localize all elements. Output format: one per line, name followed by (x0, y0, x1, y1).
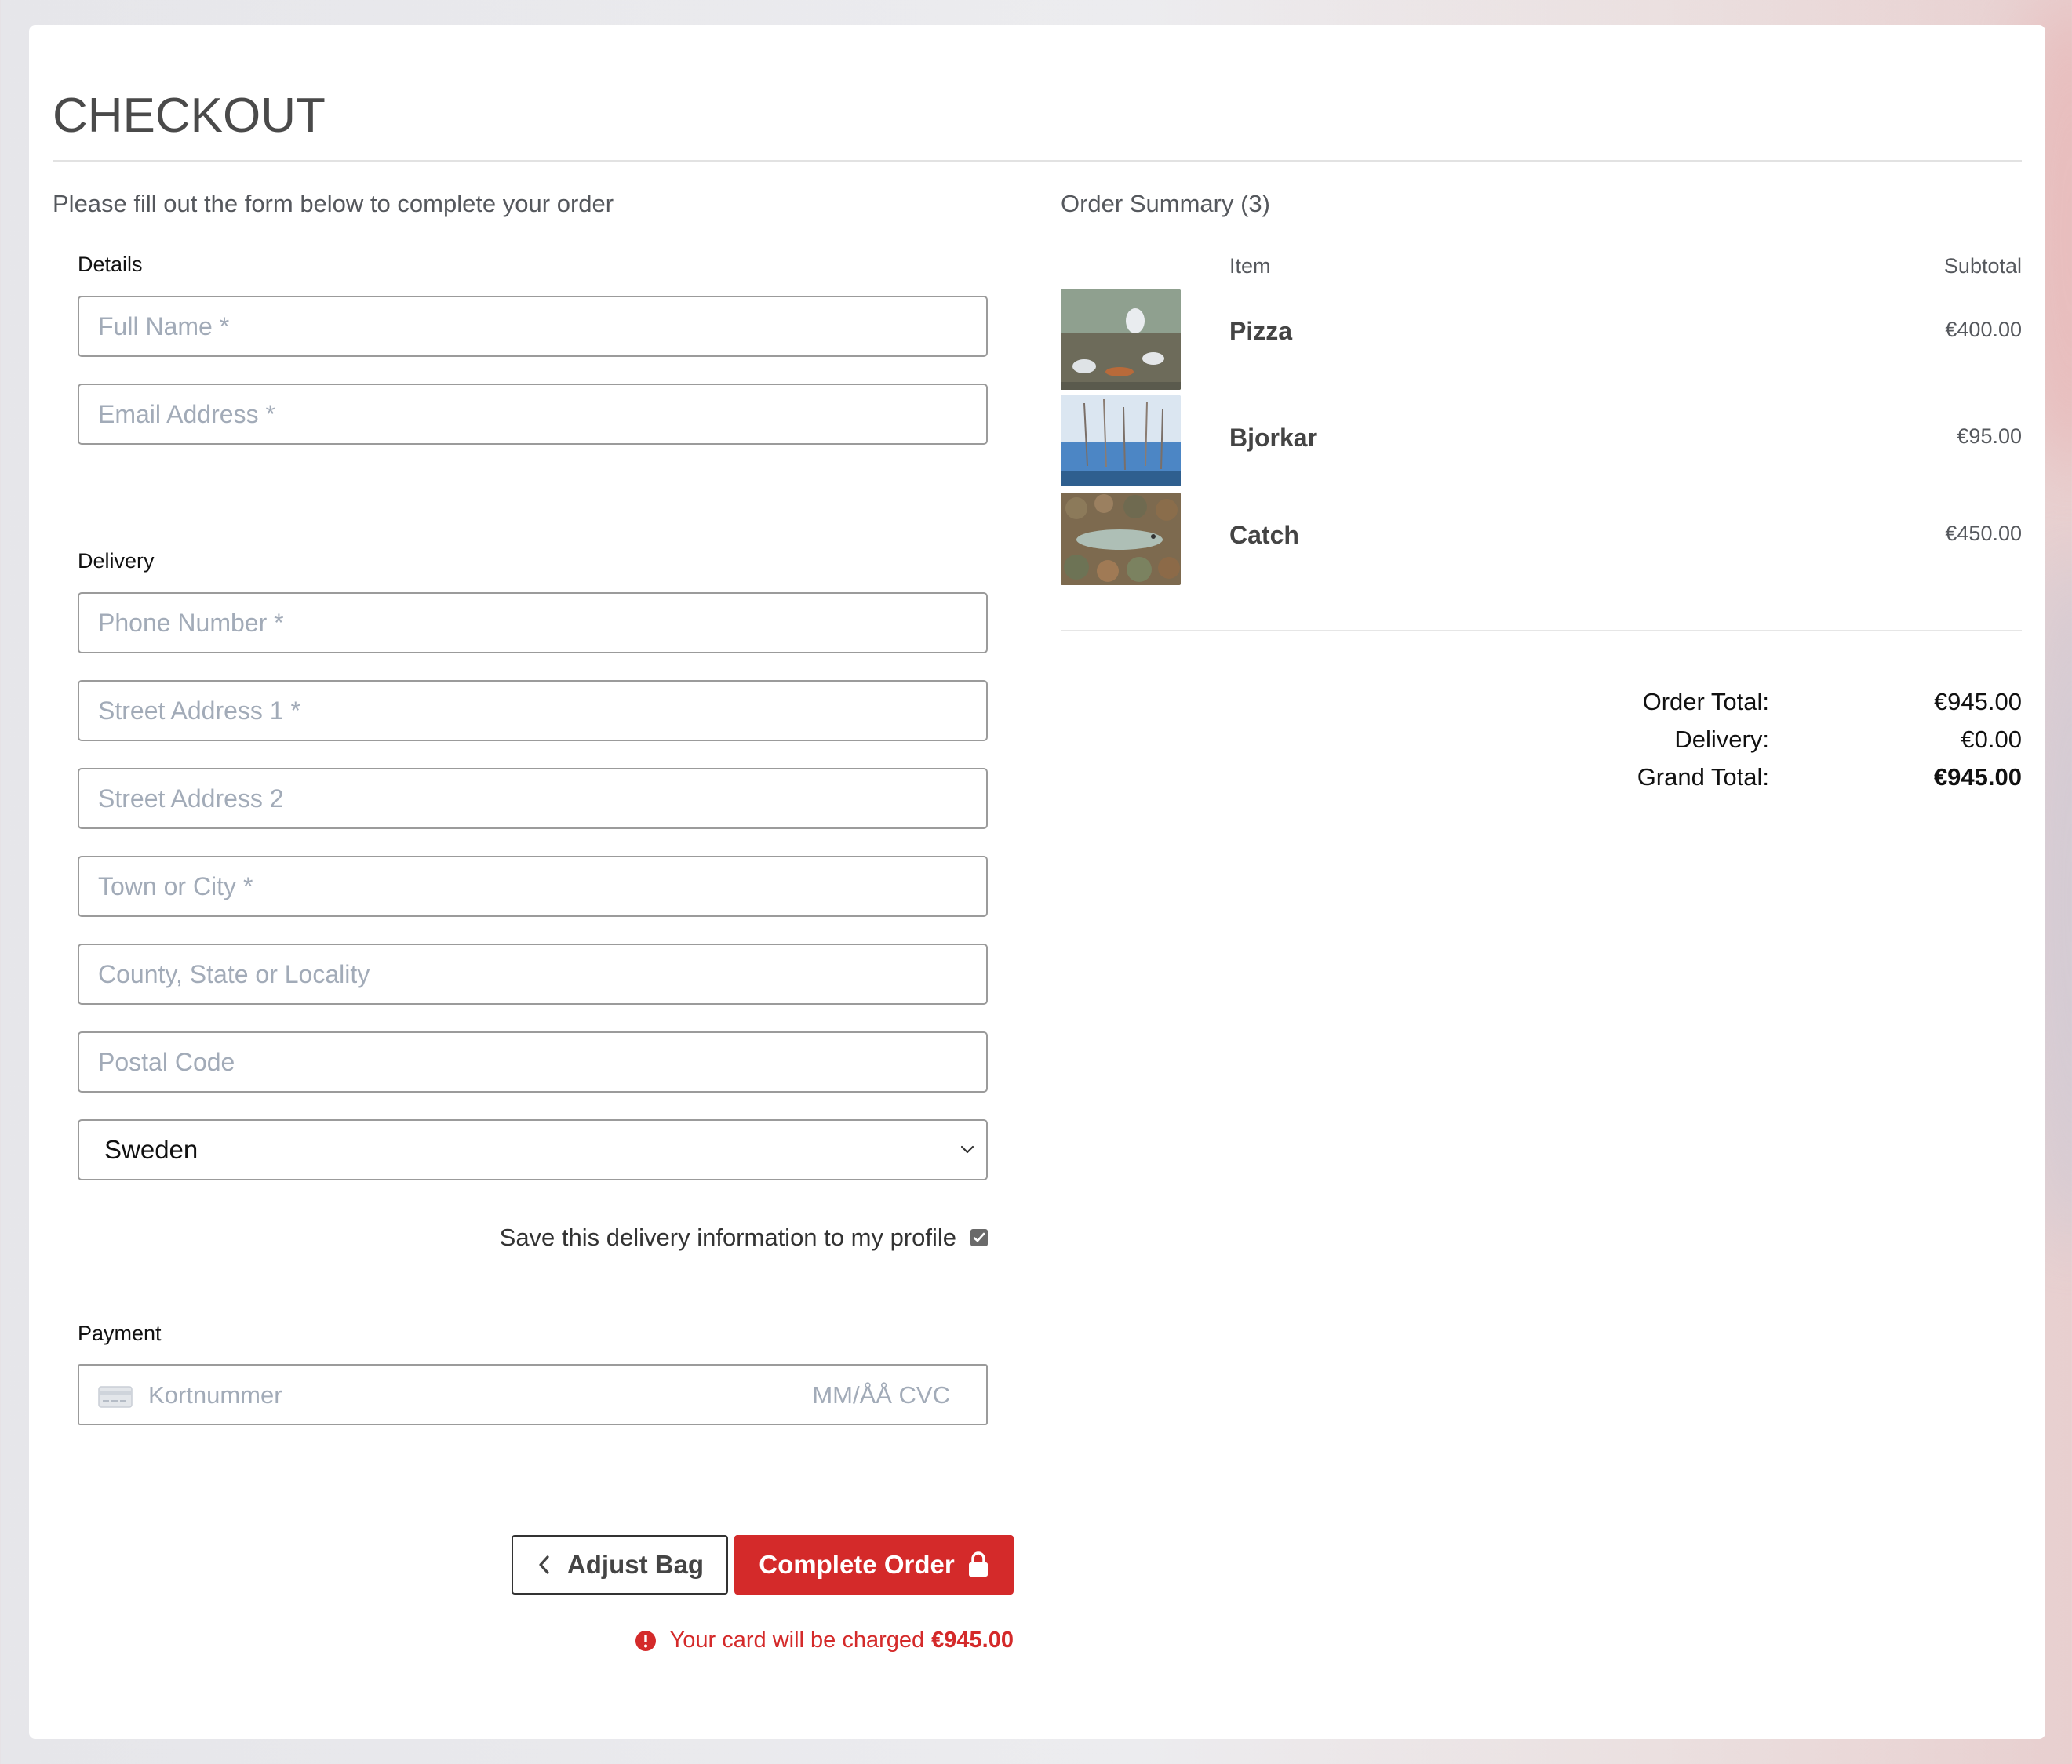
form-intro: Please fill out the form below to comple… (53, 190, 614, 217)
delivery-cost-value: €0.00 (1961, 726, 2022, 753)
item-subtotal: €95.00 (1957, 424, 2022, 448)
column-header-item: Item (1229, 254, 1271, 278)
adjust-bag-button[interactable]: Adjust Bag (512, 1535, 728, 1595)
charge-notice: Your card will be charged €945.00 (621, 1628, 1014, 1653)
card-expiry-cvc-placeholder: MM/ÅÅ CVC (812, 1381, 950, 1409)
product-thumbnail-bjorkar[interactable] (1061, 395, 1181, 486)
delivery-cost-label: Delivery: (1674, 726, 1769, 753)
delivery-heading: Delivery (78, 549, 155, 573)
credit-card-icon (98, 1386, 133, 1408)
charge-notice-amount: €945.00 (931, 1628, 1014, 1653)
order-total-label: Order Total: (1642, 688, 1769, 715)
item-name: Catch (1229, 521, 1299, 549)
complete-order-button[interactable]: Complete Order (734, 1535, 1014, 1595)
save-info-label: Save this delivery information to my pro… (499, 1224, 956, 1251)
street-address-2-input[interactable] (78, 768, 988, 829)
divider (1061, 630, 2022, 631)
adjust-bag-label: Adjust Bag (566, 1550, 705, 1579)
product-thumbnail-pizza[interactable] (1061, 289, 1181, 390)
full-name-input[interactable] (78, 296, 988, 357)
charge-notice-text: Your card will be charged (669, 1628, 925, 1653)
save-info-row: Save this delivery information to my pro… (78, 1224, 988, 1252)
save-info-checkbox[interactable] (970, 1229, 988, 1246)
street-address-1-input[interactable] (78, 680, 988, 741)
order-total-value: €945.00 (1933, 688, 2022, 715)
details-heading: Details (78, 253, 143, 276)
grand-total-value: €945.00 (1933, 763, 2022, 791)
checkmark-icon (973, 1232, 985, 1242)
item-subtotal: €450.00 (1945, 522, 2022, 545)
card-number-field[interactable]: Kortnummer MM/ÅÅ CVC (78, 1364, 988, 1425)
checkout-card: CHECKOUT Please fill out the form below … (29, 25, 2045, 1739)
item-name: Pizza (1229, 317, 1293, 345)
town-city-input[interactable] (78, 856, 988, 917)
complete-order-label: Complete Order (759, 1550, 955, 1579)
page-title: CHECKOUT (53, 89, 326, 143)
chevron-left-icon (539, 1555, 549, 1574)
column-header-subtotal: Subtotal (1943, 254, 2022, 278)
email-input[interactable] (78, 384, 988, 445)
country-select[interactable]: Sweden (78, 1119, 988, 1180)
order-summary-title: Order Summary (3) (1061, 190, 1270, 217)
product-thumbnail-catch[interactable] (1061, 493, 1181, 585)
lock-icon (968, 1551, 988, 1577)
county-input[interactable] (78, 944, 988, 1005)
postal-code-input[interactable] (78, 1031, 988, 1093)
country-select-value: Sweden (104, 1135, 198, 1164)
chevron-down-icon (960, 1145, 974, 1154)
card-number-placeholder: Kortnummer (148, 1381, 282, 1409)
phone-input[interactable] (78, 592, 988, 653)
divider (53, 160, 2022, 162)
grand-total-label: Grand Total: (1637, 763, 1769, 791)
alert-icon (635, 1630, 656, 1651)
payment-heading: Payment (78, 1322, 162, 1345)
item-subtotal: €400.00 (1945, 318, 2022, 341)
item-name: Bjorkar (1229, 424, 1318, 452)
